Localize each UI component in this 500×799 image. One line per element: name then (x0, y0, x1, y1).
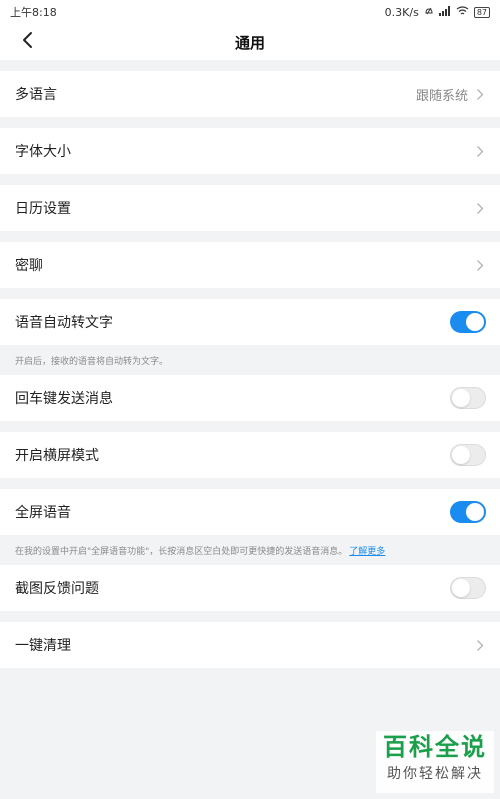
setting-landscape: 开启横屏模式 (0, 432, 500, 478)
status-time: 上午8:18 (10, 6, 57, 19)
mute-icon (424, 6, 434, 19)
battery-icon: 87 (473, 6, 490, 18)
voice-to-text-hint: 开启后，接收的语音将自动转为文字。 (0, 345, 500, 375)
chevron-right-icon (474, 637, 486, 653)
app-header: 通用 (0, 24, 500, 60)
setting-enter-send: 回车键发送消息 (0, 375, 500, 421)
setting-value: 跟随系统 (415, 88, 468, 104)
hint-text: 在我的设置中开启"全屏语音功能"，长按消息区空白处即可更快捷的发送语音消息。 (15, 546, 348, 557)
setting-language[interactable]: 多语言 跟随系统 (0, 71, 500, 117)
network-speed: 0.3K/s (384, 5, 419, 19)
signal-icon (438, 5, 451, 19)
setting-label: 日历设置 (15, 201, 71, 217)
setting-fullscreen-voice: 全屏语音 (0, 489, 500, 535)
voice-to-text-toggle[interactable] (450, 311, 486, 333)
status-bar: 上午8:18 0.3K/s 87 (0, 0, 500, 24)
setting-voice-to-text: 语音自动转文字 (0, 299, 500, 345)
watermark-subtitle: 助你轻松解决 (387, 766, 483, 782)
screenshot-feedback-toggle[interactable] (450, 577, 486, 599)
wifi-icon (456, 5, 469, 19)
setting-label: 开启横屏模式 (15, 448, 99, 464)
setting-calendar[interactable]: 日历设置 (0, 185, 500, 231)
learn-more-link[interactable]: 了解更多 (349, 544, 385, 557)
watermark-title: 百科全说 (383, 733, 487, 761)
chevron-left-icon (20, 31, 34, 53)
setting-label: 密聊 (15, 258, 43, 274)
setting-label: 语音自动转文字 (15, 315, 113, 331)
setting-secret-chat[interactable]: 密聊 (0, 242, 500, 288)
watermark-logo: 百科全说 助你轻松解决 (376, 731, 494, 793)
setting-font-size[interactable]: 字体大小 (0, 128, 500, 174)
chevron-right-icon (474, 143, 486, 159)
chevron-right-icon (474, 257, 486, 273)
landscape-toggle[interactable] (450, 444, 486, 466)
setting-screenshot-feedback: 截图反馈问题 (0, 565, 500, 611)
fullscreen-voice-toggle[interactable] (450, 501, 486, 523)
setting-label: 回车键发送消息 (15, 391, 113, 407)
setting-label: 多语言 (15, 87, 57, 103)
setting-label: 字体大小 (15, 144, 71, 160)
setting-label: 截图反馈问题 (15, 581, 99, 597)
page-title: 通用 (234, 33, 265, 52)
status-icons: 0.3K/s 87 (384, 5, 490, 19)
setting-label: 一键清理 (15, 638, 71, 654)
enter-send-toggle[interactable] (450, 387, 486, 409)
fullscreen-voice-hint: 在我的设置中开启"全屏语音功能"，长按消息区空白处即可更快捷的发送语音消息。 了… (0, 535, 500, 565)
back-button[interactable] (14, 29, 40, 55)
setting-one-key-clean[interactable]: 一键清理 (0, 622, 500, 668)
chevron-right-icon (474, 200, 486, 216)
chevron-right-icon (474, 86, 486, 102)
setting-label: 全屏语音 (15, 505, 71, 521)
